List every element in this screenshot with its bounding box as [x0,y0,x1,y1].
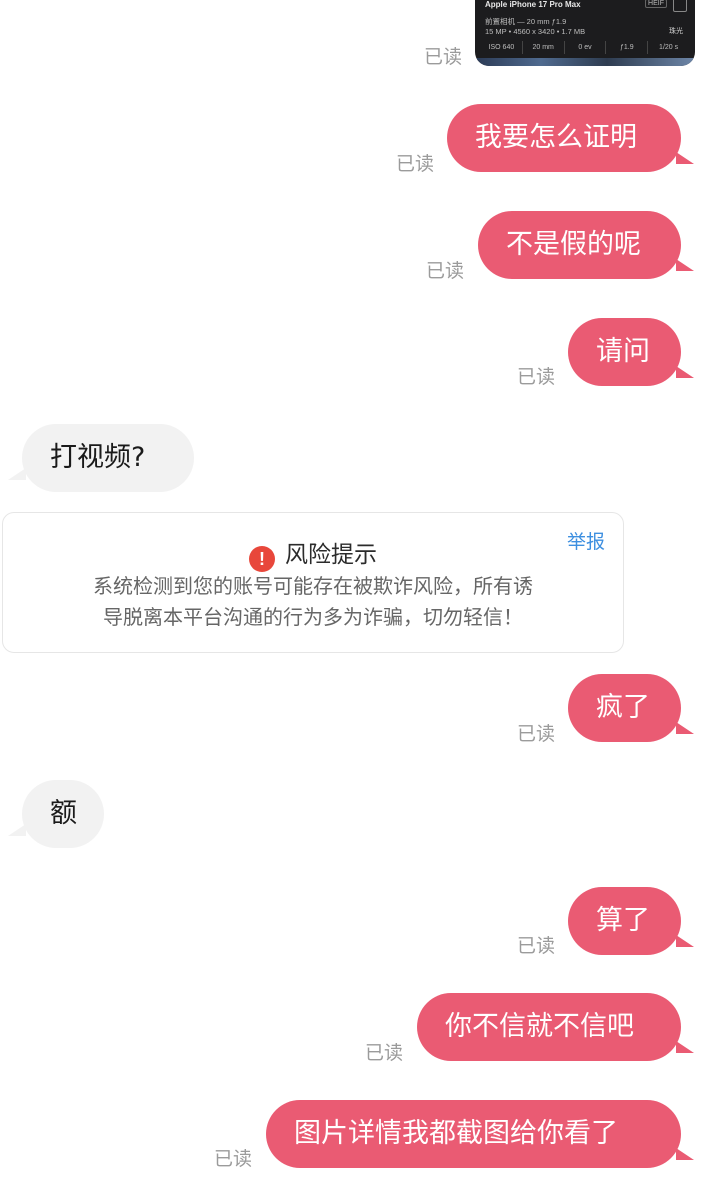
photo-spec: ƒ1.9 [606,41,649,54]
outgoing-message-bubble[interactable]: 不是假的呢 [478,211,681,279]
outgoing-message-bubble[interactable]: 你不信就不信吧 [417,993,681,1061]
report-link[interactable]: 举报 [567,527,605,554]
photo-tag: 珠光 [669,28,683,35]
read-status: 已读 [517,723,556,745]
photo-format-badge: HEIF [645,0,667,8]
outgoing-message-bubble[interactable]: 请问 [568,318,681,386]
bubble-tail [676,1148,694,1160]
outgoing-message-bubble[interactable]: 算了 [568,887,681,955]
bubble-tail [8,468,26,480]
risk-notice-line: 系统检测到您的账号可能存在被欺诈风险，所有诱 [93,574,533,598]
photo-profile-icon [673,0,687,12]
incoming-message-bubble[interactable]: 打视频? [22,424,194,492]
photo-thumbnail-strip [475,58,695,66]
bubble-tail [676,935,694,947]
risk-notice-title: 风险提示 [285,542,377,568]
photo-specs-bar: ISO 640 20 mm 0 ev ƒ1.9 1/20 s [481,41,689,54]
bubble-tail [676,152,694,164]
bubble-tail [676,366,694,378]
bubble-tail [676,259,694,271]
outgoing-message-bubble[interactable]: 疯了 [568,674,681,742]
read-status: 已读 [517,366,556,388]
bubble-tail [8,824,26,836]
bubble-tail [676,1041,694,1053]
read-status: 已读 [396,153,435,175]
read-status: 已读 [426,260,465,282]
photo-spec: 20 mm [523,41,565,54]
photo-spec: 1/20 s [659,44,679,51]
read-status: 已读 [214,1148,253,1170]
risk-notice-body: 系统检测到您的账号可能存在被欺诈风险，所有诱 导脱离本平台沟通的行为多为诈骗，切… [43,571,583,633]
risk-notice-line: 导脱离本平台沟通的行为多为诈骗，切勿轻信！ [103,605,523,629]
outgoing-message-bubble[interactable]: 图片详情我都截图给你看了 [266,1100,681,1168]
photo-lens-info: 前置相机 — 20 mm ƒ1.9 [485,17,567,26]
photo-spec: 0 ev [565,41,607,54]
risk-notice-card: ! 风险提示 系统检测到您的账号可能存在被欺诈风险，所有诱 导脱离本平台沟通的行为… [2,512,624,653]
photo-message[interactable]: Apple iPhone 17 Pro Max HEIF 前置相机 — 20 m… [475,0,695,66]
outgoing-message-bubble[interactable]: 我要怎么证明 [447,104,681,172]
photo-spec: ISO 640 [481,41,523,54]
read-status: 已读 [365,1042,404,1064]
risk-notice-title-row: ! 风险提示 [3,535,623,572]
read-status: 已读 [424,46,463,68]
photo-meta-info: 15 MP • 4560 x 3420 • 1.7 MB [485,27,586,36]
photo-device-label: Apple iPhone 17 Pro Max [485,0,581,9]
exclamation-icon: ! [249,546,275,572]
bubble-tail [676,722,694,734]
read-status: 已读 [517,935,556,957]
incoming-message-bubble[interactable]: 额 [22,780,104,848]
